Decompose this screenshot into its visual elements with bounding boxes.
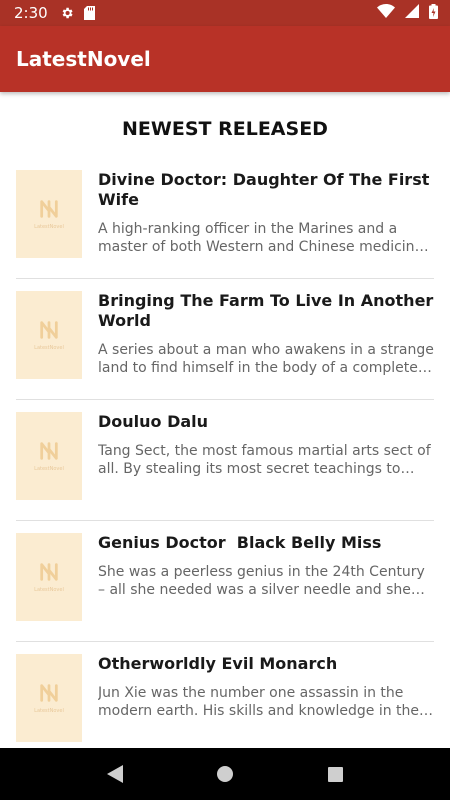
recents-icon xyxy=(327,766,343,782)
latestnovel-logo-icon xyxy=(40,200,58,218)
system-nav-bar xyxy=(0,748,450,800)
app-title: LatestNovel xyxy=(16,47,151,71)
novel-description: She was a peerless genius in the 24th Ce… xyxy=(98,564,425,598)
book-cover[interactable]: LatestNovel xyxy=(16,291,82,379)
book-cover[interactable]: LatestNovel xyxy=(16,533,82,621)
novel-title[interactable]: Bringing The Farm To Live In Another Wor… xyxy=(98,291,434,331)
back-button[interactable] xyxy=(95,754,135,794)
novel-description: Jun Xie was the number one assassin in t… xyxy=(98,685,420,719)
recents-button[interactable] xyxy=(315,754,355,794)
latestnovel-logo-icon xyxy=(40,563,58,581)
battery-icon xyxy=(429,3,438,23)
home-icon xyxy=(217,766,233,782)
book-cover[interactable]: LatestNovel xyxy=(16,654,82,742)
novel-description: A high-ranking officer in the Marines an… xyxy=(98,221,428,255)
home-button[interactable] xyxy=(205,754,245,794)
sd-card-icon xyxy=(83,6,95,20)
novel-title[interactable]: Douluo Dalu xyxy=(98,412,434,432)
gear-icon xyxy=(60,6,74,20)
status-bar: 2:30 xyxy=(0,0,450,26)
cover-label: LatestNovel xyxy=(34,708,64,714)
book-cover[interactable]: LatestNovel xyxy=(16,412,82,500)
novel-description: Tang Sect, the most famous martial arts … xyxy=(98,443,431,477)
latestnovel-logo-icon xyxy=(40,684,58,702)
novel-title[interactable]: Otherworldly Evil Monarch xyxy=(98,654,434,674)
status-time: 2:30 xyxy=(14,4,48,22)
main-content[interactable]: NEWEST RELEASED LatestNovel Divine Docto… xyxy=(0,92,450,748)
cover-label: LatestNovel xyxy=(34,224,64,230)
novel-title[interactable]: Divine Doctor: Daughter Of The First Wif… xyxy=(98,170,434,210)
novel-list-item[interactable]: LatestNovel Divine Doctor: Daughter Of T… xyxy=(16,158,434,279)
book-cover[interactable]: LatestNovel xyxy=(16,170,82,258)
novel-list-item[interactable]: LatestNovel Douluo Dalu Tang Sect, the m… xyxy=(16,400,434,521)
latestnovel-logo-icon xyxy=(40,321,58,339)
novel-list-item[interactable]: LatestNovel Otherworldly Evil Monarch Ju… xyxy=(16,642,434,748)
novel-list-item[interactable]: LatestNovel Genius Doctor Black Belly Mi… xyxy=(16,521,434,642)
novel-title[interactable]: Genius Doctor Black Belly Miss xyxy=(98,533,434,553)
app-bar: LatestNovel xyxy=(0,26,450,92)
cover-label: LatestNovel xyxy=(34,345,64,351)
back-icon xyxy=(107,765,123,783)
section-title: NEWEST RELEASED xyxy=(122,118,328,140)
wifi-icon xyxy=(377,4,395,22)
cover-label: LatestNovel xyxy=(34,587,64,593)
novel-list: LatestNovel Divine Doctor: Daughter Of T… xyxy=(16,158,434,748)
cell-signal-icon xyxy=(405,4,419,22)
cover-label: LatestNovel xyxy=(34,466,64,472)
latestnovel-logo-icon xyxy=(40,442,58,460)
novel-list-item[interactable]: LatestNovel Bringing The Farm To Live In… xyxy=(16,279,434,400)
novel-description: A series about a man who awakens in a st… xyxy=(98,342,434,376)
